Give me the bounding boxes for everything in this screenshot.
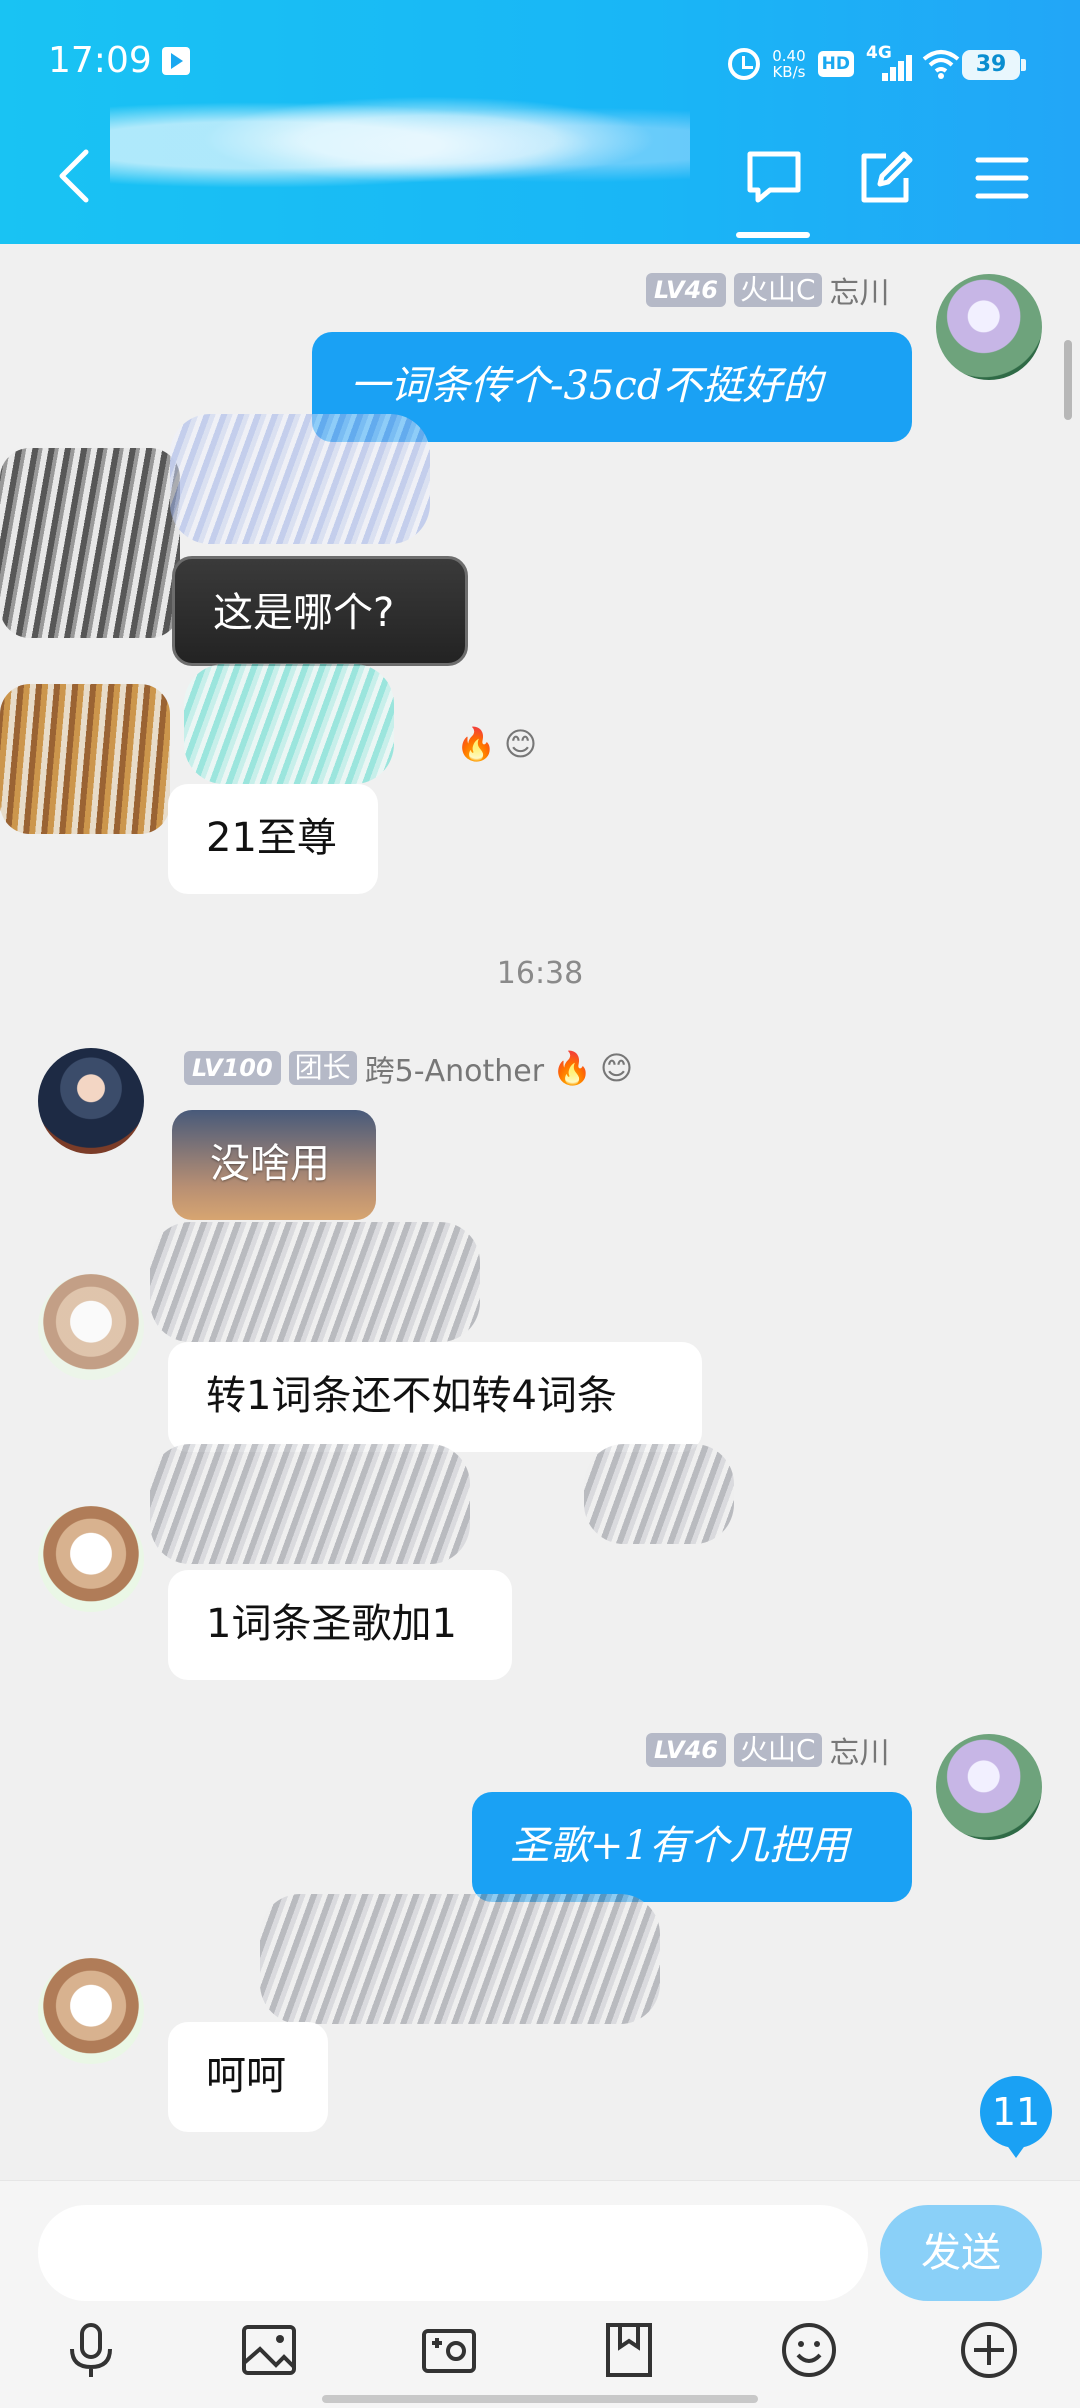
redacted-name [150, 1222, 480, 1342]
flame-icon: 🔥 [456, 725, 496, 763]
level-badge: LV46 [646, 1733, 726, 1767]
more-button[interactable] [958, 2319, 1020, 2381]
network-speed-value: 0.40 [772, 47, 806, 65]
avatar[interactable] [38, 1274, 144, 1380]
tab-chat[interactable] [744, 148, 804, 208]
avatar[interactable] [38, 1048, 144, 1154]
chat-list[interactable]: LV46 火山C 忘川 一词条传个-35cd不挺好的 这是哪个? 🔥 😊 21至… [0, 244, 1080, 2180]
photo-button[interactable] [238, 2319, 300, 2381]
network-type-label: 4G [866, 43, 892, 63]
app-notification-icon [162, 47, 190, 75]
title-badge: 团长 [288, 1051, 357, 1085]
level-badge: LV46 [646, 273, 726, 307]
send-button[interactable]: 发送 [880, 2205, 1042, 2301]
menu-button[interactable] [972, 148, 1032, 208]
title-badge: 火山C [733, 1733, 822, 1767]
network-speed: 0.40 KB/s [772, 48, 805, 80]
sender-name: 跨5-Another [364, 1054, 545, 1089]
file-icon [606, 2323, 652, 2377]
sender-nameline: LV100 团长 跨5-Another 🔥 😊 [184, 1049, 634, 1089]
active-tab-indicator [736, 232, 810, 238]
smiley-icon: 😊 [503, 725, 538, 763]
redacted-name [170, 414, 430, 544]
sender-name: 忘川 [829, 1736, 890, 1771]
avatar[interactable] [0, 684, 170, 834]
battery-indicator: 39 [962, 50, 1026, 80]
plus-icon [961, 2322, 1017, 2378]
sender-nameline: LV46 火山C 忘川 [646, 1732, 890, 1771]
camera-button[interactable] [418, 2319, 480, 2381]
message-bubble[interactable]: 圣歌+1有个几把用 [472, 1792, 912, 1902]
sender-nameline: LV46 火山C 忘川 [646, 272, 890, 311]
avatar[interactable] [936, 1734, 1042, 1840]
unread-count-badge[interactable]: 11 [980, 2076, 1052, 2158]
message-bubble[interactable]: 1词条圣歌加1 [168, 1570, 512, 1680]
message-input[interactable] [38, 2205, 868, 2301]
image-icon [242, 2325, 296, 2375]
sender-decorations: 🔥 😊 [456, 725, 538, 763]
time-separator: 16:38 [496, 956, 584, 991]
composer: 发送 [0, 2180, 1080, 2408]
file-button[interactable] [598, 2319, 660, 2381]
status-time: 17:09 [48, 40, 152, 81]
redacted-name [184, 664, 394, 784]
title-badge: 火山C [733, 273, 822, 307]
message-bubble[interactable]: 这是哪个? [172, 556, 468, 666]
menu-icon [975, 157, 1029, 199]
message-bubble[interactable]: 呵呵 [168, 2022, 328, 2132]
wifi-icon [922, 49, 960, 79]
avatar[interactable] [936, 274, 1042, 380]
back-button[interactable] [56, 148, 92, 204]
avatar[interactable] [38, 1958, 144, 2064]
chat-title-redacted [110, 90, 690, 200]
message-bubble[interactable]: 21至尊 [168, 784, 378, 894]
avatar[interactable] [38, 1506, 144, 1612]
message-bubble[interactable]: 转1词条还不如转4词条 [168, 1342, 702, 1452]
emoji-icon [782, 2323, 836, 2377]
edit-icon [861, 151, 913, 203]
avatar[interactable] [0, 448, 180, 638]
level-badge: LV100 [184, 1051, 281, 1085]
chat-bubble-icon [747, 151, 801, 203]
tab-edit[interactable] [856, 148, 916, 208]
emoji-button[interactable] [778, 2319, 840, 2381]
camera-icon [422, 2329, 476, 2373]
microphone-icon [70, 2323, 112, 2377]
redacted-name [150, 1444, 470, 1564]
home-indicator[interactable] [322, 2395, 758, 2403]
header: 17:09 0.40 KB/s HD 4G 39 [0, 0, 1080, 244]
smiley-icon: 😊 [599, 1049, 634, 1087]
flame-icon: 🔥 [552, 1049, 592, 1087]
hd-icon: HD [817, 51, 854, 77]
alarm-icon [728, 48, 761, 80]
scrollbar[interactable] [1064, 340, 1072, 420]
status-indicators: 0.40 KB/s HD 4G [728, 42, 960, 86]
redacted-name [584, 1444, 734, 1544]
network-speed-unit: KB/s [772, 63, 806, 81]
sender-name: 忘川 [829, 276, 890, 311]
cellular-signal-icon: 4G [866, 43, 912, 81]
message-bubble[interactable]: 没啥用 [172, 1110, 376, 1220]
voice-button[interactable] [60, 2319, 122, 2381]
chevron-left-icon [59, 149, 89, 203]
redacted-name [260, 1894, 660, 2024]
